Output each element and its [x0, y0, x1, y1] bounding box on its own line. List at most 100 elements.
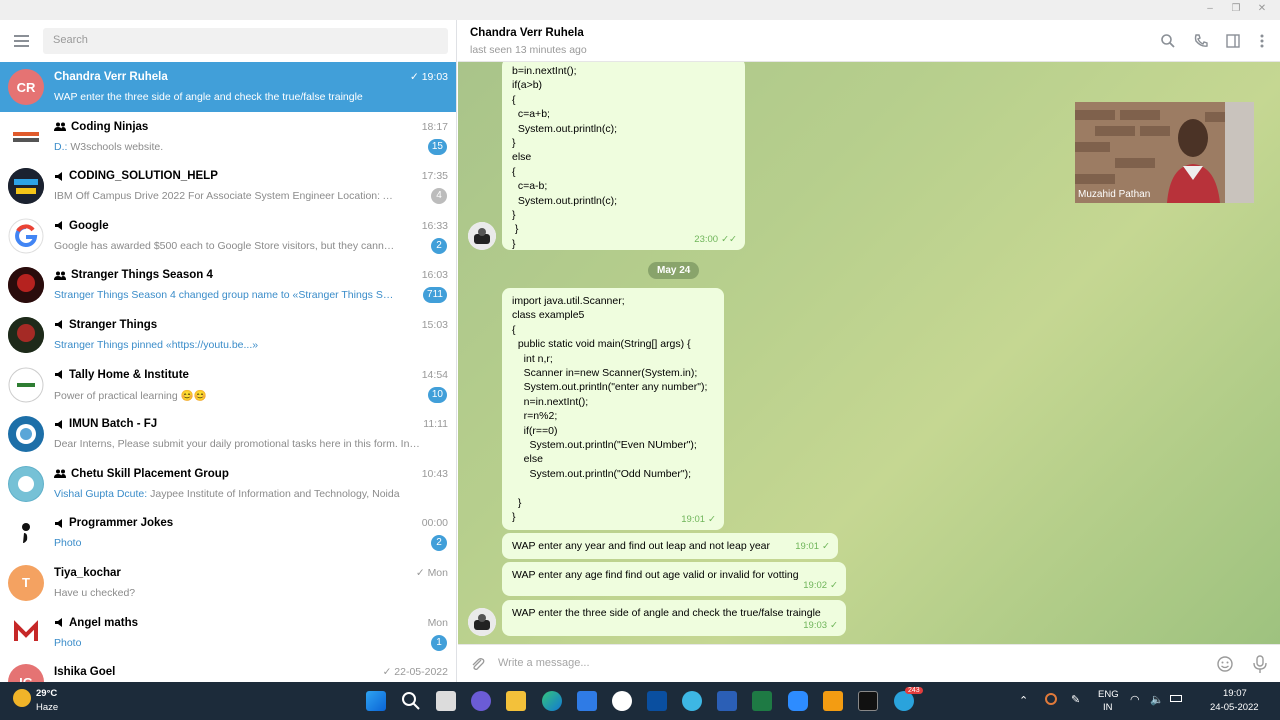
chat-item[interactable]: Angel maths Mon Photo 1	[0, 608, 456, 658]
start-icon[interactable]	[366, 691, 386, 711]
chat-avatar	[8, 614, 44, 651]
code-message-2[interactable]: import java.util.Scanner; class example5…	[502, 288, 724, 530]
emoji-icon[interactable]	[1216, 655, 1234, 673]
telegram-icon[interactable]	[894, 691, 914, 711]
message-3[interactable]: WAP enter any year and find out leap and…	[502, 533, 838, 559]
search-input[interactable]: Search	[43, 28, 448, 54]
check-icon: ✓	[415, 566, 428, 579]
edge-browser-icon[interactable]	[542, 691, 562, 711]
chat-item[interactable]: T Tiya_kochar ✓ Mon Have u checked?	[0, 558, 456, 608]
chevron-up-icon[interactable]: ⌃	[1019, 694, 1028, 707]
task-view-icon[interactable]	[436, 691, 456, 711]
message-time: 19:03 ✓	[803, 619, 838, 633]
message-input[interactable]: Write a message...	[498, 657, 590, 669]
unread-badge: 10	[427, 386, 447, 403]
language-region[interactable]: IN	[1103, 702, 1113, 713]
phone-icon[interactable]	[1193, 33, 1209, 49]
clock-date[interactable]: 24-05-2022	[1210, 702, 1259, 713]
chat-name-text: Ishika Goel	[54, 666, 116, 679]
app-icon[interactable]	[612, 691, 632, 711]
file-explorer-icon[interactable]	[506, 691, 526, 711]
search-icon[interactable]	[401, 691, 421, 711]
chat-item[interactable]: Stranger Things Season 4 16:03 Stranger Th…	[0, 260, 456, 310]
time-text: 19:02	[803, 579, 828, 591]
menu-icon[interactable]	[14, 35, 29, 47]
date-separator: May 24	[648, 262, 700, 279]
weather-icon[interactable]	[13, 689, 31, 707]
globe-app-icon[interactable]	[682, 691, 702, 711]
chat-app-icon[interactable]	[471, 691, 491, 711]
language-pen-icon[interactable]: ✎	[1071, 693, 1080, 706]
chat-name: Angel maths	[54, 617, 138, 629]
zoom-icon[interactable]	[788, 691, 808, 711]
chat-name-text: Stranger Things Season 4	[71, 269, 213, 282]
store-icon[interactable]	[577, 691, 597, 711]
sidebar-top: Search	[0, 20, 456, 62]
chat-item[interactable]: Stranger Things 15:03 Stranger Things pinn…	[0, 310, 456, 360]
video-frame-image	[1075, 102, 1254, 203]
clock-time[interactable]: 19:07	[1223, 688, 1247, 699]
chat-time-text: Mon	[427, 616, 448, 629]
maximize-icon[interactable]: ❐	[1230, 3, 1242, 15]
chat-item[interactable]: IG Ishika Goel ✓ 22-05-2022	[0, 657, 456, 682]
chat-title[interactable]: Chandra Verr Ruhela	[470, 27, 584, 39]
attach-icon[interactable]	[470, 656, 486, 672]
sync-icon[interactable]	[1045, 693, 1057, 705]
sublime-icon[interactable]	[823, 691, 843, 711]
excel-icon[interactable]	[752, 691, 772, 711]
sender-avatar[interactable]	[468, 608, 496, 636]
chat-name-text: Google	[69, 219, 109, 232]
chat-item[interactable]: CODING_SOLUTION_HELP 17:35 IBM Off Campus …	[0, 161, 456, 211]
chat-avatar	[8, 515, 44, 552]
video-call-preview[interactable]: Muzahid Pathan	[1075, 102, 1254, 203]
unread-badge: 4	[431, 188, 447, 205]
weather-desc[interactable]: Haze	[36, 702, 58, 713]
check-icon: ✓	[830, 619, 838, 631]
message-time: 19:01 ✓	[795, 540, 830, 554]
chat-item[interactable]: Coding Ninjas 18:17 D.: W3schools website.…	[0, 112, 456, 162]
search-icon[interactable]	[1160, 33, 1176, 49]
word-icon[interactable]	[717, 691, 737, 711]
check-icon: ✓	[708, 513, 716, 525]
chat-item[interactable]: Tally Home & Institute 14:54 Power of prac…	[0, 360, 456, 410]
notes-app-icon[interactable]	[647, 691, 667, 711]
chat-name-text: Angel maths	[69, 616, 139, 629]
chat-preview: D.: W3schools website.	[54, 141, 399, 153]
time-text: 19:03	[803, 619, 828, 631]
chat-item[interactable]: Programmer Jokes 00:00 Photo 2	[0, 508, 456, 558]
language-code[interactable]: ENG	[1098, 689, 1119, 700]
microphone-icon[interactable]	[1252, 654, 1268, 674]
message-4[interactable]: WAP enter any age find find out age vali…	[502, 562, 846, 596]
minimize-icon[interactable]: –	[1204, 3, 1216, 15]
chat-time: 14:54	[422, 369, 448, 381]
chat-name-text: Coding Ninjas	[71, 120, 149, 133]
weather-temp[interactable]: 29°C	[36, 688, 57, 699]
chat-name: Programmer Jokes	[54, 517, 173, 529]
chat-item[interactable]: Google 16:33 Google has awarded $500 each …	[0, 211, 456, 261]
wifi-icon[interactable]: ◠	[1130, 693, 1140, 706]
message-5[interactable]: WAP enter the three side of angle and ch…	[502, 600, 846, 636]
terminal-icon[interactable]	[858, 691, 878, 711]
chat-time-text: 19:03	[421, 71, 448, 83]
preview-text: Photo	[54, 636, 82, 649]
chat-item[interactable]: CR Chandra Verr Ruhela ✓ 19:03 WAP enter th…	[0, 62, 456, 112]
volume-icon[interactable]: 🔈	[1150, 693, 1164, 706]
chat-item[interactable]: Chetu Skill Placement Group 10:43 Vishal G…	[0, 459, 456, 509]
chat-name: Ishika Goel	[54, 666, 115, 678]
more-options-icon[interactable]	[1254, 33, 1270, 49]
chat-avatar	[8, 416, 44, 453]
chat-preview: WAP enter the three side of angle and ch…	[54, 91, 422, 103]
sender-avatar[interactable]	[468, 222, 496, 250]
close-icon[interactable]: ✕	[1256, 3, 1268, 15]
sidebar-toggle-icon[interactable]	[1225, 33, 1241, 49]
chat-name-text: Stranger Things	[69, 318, 158, 331]
preview-text: Jaypee Institute of Information and Tech…	[150, 487, 400, 500]
battery-icon[interactable]	[1170, 695, 1182, 702]
code-message-1[interactable]: b=in.nextInt(); if(a>b) { c=a+b; System.…	[502, 62, 745, 250]
chat-avatar	[8, 217, 44, 254]
chat-time: Mon	[428, 617, 448, 629]
chat-name: Chandra Verr Ruhela	[54, 71, 168, 83]
chat-name: Tiya_kochar	[54, 567, 121, 579]
chat-item[interactable]: IMUN Batch - FJ 11:11 Dear Interns, Please…	[0, 409, 456, 459]
chat-time: ✓ 19:03	[410, 71, 448, 83]
